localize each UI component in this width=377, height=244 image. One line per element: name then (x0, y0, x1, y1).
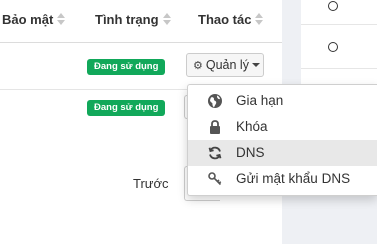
action-dropdown-menu: Gia hạn Khóa DNS Gửi mật khẩu DNS (187, 84, 377, 196)
gear-icon: ⚙ (193, 60, 203, 72)
sort-icon (162, 13, 171, 25)
column-header-bao-mat[interactable]: Bảo mật (2, 12, 66, 27)
menu-item-label: Khóa (236, 119, 268, 134)
table-header: Bảo mật Tình trạng Thao tác (0, 0, 282, 43)
menu-item-dns[interactable]: DNS (188, 140, 377, 166)
manage-button[interactable]: ⚙ Quản lý (186, 53, 264, 77)
menu-item-khoa[interactable]: Khóa (188, 114, 377, 140)
sort-icon (255, 13, 264, 25)
column-header-thao-tac[interactable]: Thao tác (198, 12, 264, 27)
radio-button[interactable] (328, 42, 338, 52)
side-option-2[interactable] (301, 25, 377, 69)
sort-icon (57, 13, 66, 25)
globe-icon (207, 93, 223, 109)
menu-item-gia-han[interactable]: Gia hạn (188, 88, 377, 114)
chevron-down-icon (251, 63, 260, 67)
refresh-icon (207, 145, 223, 161)
menu-item-label: DNS (236, 145, 265, 160)
column-header-label: Bảo mật (2, 12, 54, 27)
key-icon (207, 171, 223, 187)
menu-item-label: Gửi mật khẩu DNS (236, 171, 351, 186)
radio-button[interactable] (328, 1, 338, 11)
pagination-prev[interactable]: Trước (133, 176, 169, 191)
status-badge: Đang sử dụng (87, 100, 166, 116)
screen: Bảo mật Tình trạng Thao tác Đang sử dụng… (0, 0, 377, 244)
column-header-label: Tình trạng (95, 12, 159, 27)
table-row: Đang sử dụng ⚙ Quản lý (0, 43, 282, 90)
column-header-label: Thao tác (198, 12, 252, 27)
menu-item-label: Gia hạn (236, 93, 284, 108)
status-badge: Đang sử dụng (87, 59, 166, 75)
menu-item-gui-mat-khau-dns[interactable]: Gửi mật khẩu DNS (188, 166, 377, 192)
column-header-tinh-trang[interactable]: Tình trạng (95, 12, 171, 27)
manage-button-label: Quản lý (205, 58, 249, 72)
side-option-1[interactable] (301, 0, 377, 25)
lock-icon (207, 119, 223, 135)
